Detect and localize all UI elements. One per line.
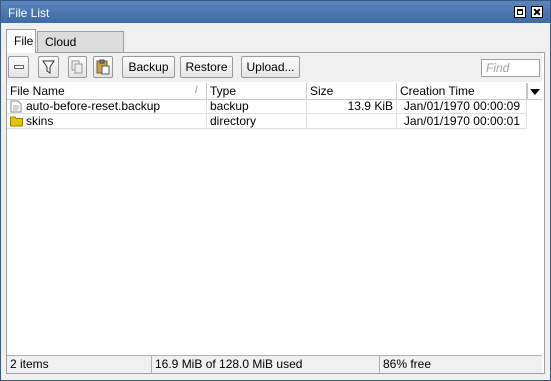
type-cell: directory — [207, 114, 307, 129]
filter-button[interactable] — [38, 56, 59, 78]
column-header-creation-time[interactable]: Creation Time — [397, 83, 527, 99]
close-icon[interactable] — [531, 6, 543, 18]
file-icon — [10, 100, 22, 113]
creation-time-cell: Jan/01/1970 00:00:09 — [397, 99, 527, 114]
status-item-count: 2 items — [7, 356, 152, 373]
paste-button[interactable] — [93, 56, 113, 78]
table-header: File Name / Type Size Creation Time — [7, 83, 542, 100]
folder-icon — [10, 116, 23, 127]
column-label: File Name — [10, 84, 65, 98]
backup-button[interactable]: Backup — [122, 56, 175, 78]
column-menu-button[interactable] — [527, 83, 542, 99]
tab-file[interactable]: File — [6, 29, 36, 53]
status-free-space: 86% free — [383, 357, 432, 371]
column-header-size[interactable]: Size — [307, 83, 397, 99]
size-cell — [307, 114, 397, 129]
title-bar[interactable]: File List — [1, 1, 550, 23]
status-bar: 2 items 16.9 MiB of 128.0 MiB used 86% f… — [7, 355, 542, 373]
tab-cloud-backup[interactable]: Cloud Backup — [37, 31, 124, 70]
size-cell: 13.9 KiB — [307, 99, 397, 114]
upload-button[interactable]: Upload... — [241, 56, 300, 78]
file-name-cell: skins — [7, 114, 207, 129]
paste-icon — [96, 59, 110, 75]
status-disk-usage: 16.9 MiB of 128.0 MiB used — [152, 356, 380, 373]
column-header-type[interactable]: Type — [207, 83, 307, 99]
file-name: auto-before-reset.backup — [26, 99, 161, 113]
remove-icon — [14, 65, 24, 69]
copy-icon — [71, 60, 83, 74]
filter-icon — [42, 60, 55, 74]
maximize-icon[interactable] — [514, 6, 526, 18]
sort-icon: / — [195, 85, 198, 96]
table-row[interactable]: skins directory Jan/01/1970 00:00:01 — [7, 114, 542, 129]
creation-time-cell: Jan/01/1970 00:00:01 — [397, 114, 527, 129]
window-title: File List — [8, 6, 50, 20]
type-cell: backup — [207, 99, 307, 114]
remove-button[interactable] — [8, 56, 29, 78]
file-name-cell: auto-before-reset.backup — [7, 99, 207, 114]
file-name: skins — [26, 114, 54, 128]
find-input[interactable]: Find — [481, 59, 540, 77]
copy-button[interactable] — [68, 56, 87, 78]
table-row[interactable]: auto-before-reset.backup backup 13.9 KiB… — [7, 99, 542, 114]
chevron-down-icon — [530, 89, 540, 95]
column-header-file-name[interactable]: File Name / — [7, 83, 207, 99]
file-table: File Name / Type Size Creation Time auto… — [7, 83, 542, 353]
restore-button[interactable]: Restore — [180, 56, 233, 78]
